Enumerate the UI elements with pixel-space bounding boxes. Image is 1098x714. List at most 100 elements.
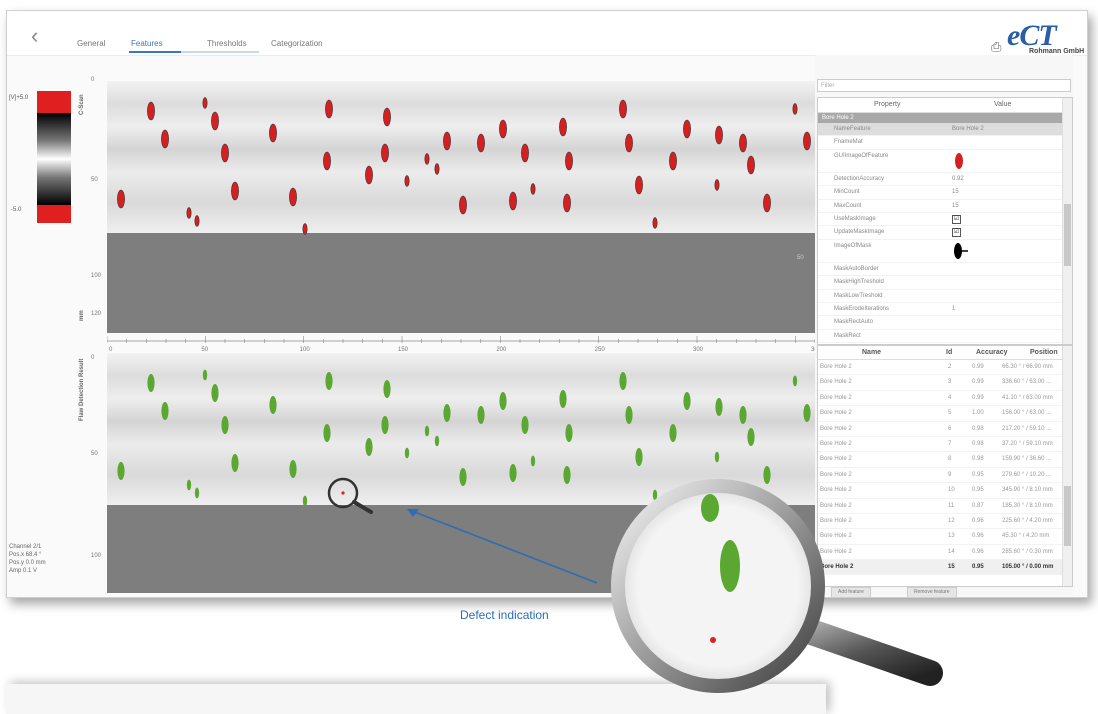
feature-ellipse	[565, 424, 573, 442]
feature-cell-acc: 0.99	[972, 379, 984, 386]
feature-cell-pos: 41.10 ° / 63.00 mm	[1002, 394, 1053, 401]
feature-ellipse	[381, 143, 389, 163]
property-group[interactable]: Bore Hole 2	[818, 113, 1072, 123]
property-key: MaskRectAuto	[834, 319, 874, 326]
feature-cell-pos: 37.20 ° / 59.10 mm	[1002, 440, 1053, 447]
feature-row[interactable]: Bore Hole 2 3 0.99 336.60 ° / 63.00 ...	[818, 375, 1072, 391]
checkbox-icon[interactable]: ☑	[952, 214, 961, 224]
zoom-feature-top	[701, 494, 719, 522]
property-row[interactable]: MaxCount 15	[818, 200, 1072, 213]
feature-ellipse	[792, 103, 798, 115]
property-row[interactable]: NameFeature Bore Hole 2	[818, 123, 1072, 137]
feature-ellipse	[669, 424, 677, 442]
feature-ellipse	[477, 133, 485, 153]
property-scrollbar[interactable]	[1062, 98, 1072, 344]
feature-row[interactable]: Bore Hole 2 6 0.98 217.20 ° / 59.10 ...	[818, 422, 1072, 437]
property-key: MinCount	[834, 189, 860, 196]
property-row[interactable]: MaskRectAuto	[818, 316, 1072, 330]
property-row[interactable]: ImageOfMask	[818, 240, 1072, 263]
back-button[interactable]: ‹	[31, 25, 38, 47]
feature-ellipse	[625, 133, 633, 153]
feature-ellipse	[652, 217, 658, 229]
feature-ellipse	[443, 404, 451, 422]
property-key: NameFeature	[834, 126, 871, 132]
property-row[interactable]: DetectionAccuracy 0.92	[818, 173, 1072, 187]
property-scroll-thumb[interactable]	[1064, 204, 1071, 266]
magnifier-svg	[611, 479, 943, 693]
cscan-ytick-0: 0	[91, 77, 95, 83]
feature-ellipse	[231, 181, 239, 201]
property-grid[interactable]: Property Value Bore Hole 2 NameFeature Bo…	[817, 97, 1073, 345]
property-row[interactable]: MinCount 15	[818, 186, 1072, 200]
feature-cell-acc: 0.95	[972, 487, 984, 494]
feature-cell-pos: 345.90 ° / 8.10 mm	[1002, 487, 1053, 494]
feature-cell-id: 9	[948, 471, 952, 478]
feature-ellipse	[714, 451, 720, 463]
tab-thresholds[interactable]: Thresholds	[207, 39, 247, 48]
cscan-plot[interactable]: 50	[107, 81, 815, 333]
feature-row[interactable]: Bore Hole 2 8 0.98 159.90 ° / 36.60 ...	[818, 452, 1072, 468]
feature-row[interactable]: Bore Hole 2 2 0.99 66.30 ° / 66.90 mm	[818, 360, 1072, 376]
status-channel: Channel 2/1	[9, 544, 42, 550]
property-row[interactable]: MaskRect	[818, 330, 1072, 344]
feature-ellipse	[147, 374, 155, 392]
printer-icon[interactable]: ⎙	[991, 39, 1001, 55]
color-scale: [V]+5.0 -5.0	[7, 91, 77, 223]
feature-cell-pos: 285.60 ° / 0.30 mm	[1002, 548, 1053, 555]
feature-ellipse	[117, 462, 125, 480]
feature-ellipse	[459, 195, 467, 215]
tab-features[interactable]: Features	[131, 39, 163, 48]
feature-ellipse	[559, 117, 567, 137]
col-id: Id	[946, 349, 953, 356]
feature-cell-pos: 66.30 ° / 66.90 mm	[1002, 364, 1053, 370]
feature-ellipse	[763, 193, 771, 213]
cscan-label: C-Scan	[79, 94, 85, 115]
feature-ellipse	[477, 406, 485, 424]
cscan-ytick-100: 100	[91, 273, 102, 279]
feature-row[interactable]: Bore Hole 2 7 0.98 37.20 ° / 59.10 mm	[818, 437, 1072, 453]
property-key: MaskRect	[834, 332, 861, 339]
feature-ellipse	[714, 179, 720, 191]
feature-ellipse	[521, 143, 529, 163]
cscan-svg: 50	[107, 81, 815, 333]
property-row[interactable]: GUIImageOfFeature	[818, 150, 1072, 173]
feature-ellipse	[381, 416, 389, 434]
col-accuracy: Accuracy	[976, 349, 1008, 356]
filter-input[interactable]: Filter	[817, 79, 1071, 92]
feature-cell-acc: 0.98	[972, 456, 984, 463]
header-property: Property	[874, 101, 901, 108]
property-key: DetectionAccuracy	[834, 175, 885, 182]
property-key: MaskHighTreshold	[834, 279, 884, 286]
property-row[interactable]: UpdateMaskImage ☑	[818, 226, 1072, 240]
feature-ellipse	[625, 406, 633, 424]
property-value: Bore Hole 2	[952, 126, 984, 132]
feature-cell-id: 7	[948, 440, 952, 447]
property-row[interactable]: FnameMat	[818, 136, 1072, 150]
feature-cell-acc: 0.87	[972, 502, 984, 509]
feature-ellipse	[739, 406, 747, 424]
feature-ellipse	[530, 455, 536, 467]
feature-scrollbar[interactable]	[1062, 346, 1072, 586]
feature-ellipse	[186, 479, 192, 491]
property-row[interactable]: MaskErodeIterations 1	[818, 303, 1072, 317]
feature-ellipse	[792, 375, 798, 387]
flaw-ytick-100: 100	[91, 553, 102, 559]
tab-general[interactable]: General	[77, 39, 105, 48]
feature-scroll-thumb[interactable]	[1064, 486, 1071, 546]
property-key: FnameMat	[834, 139, 863, 146]
property-key: ImageOfMask	[834, 242, 872, 249]
property-row[interactable]: MaskHighTreshold	[818, 276, 1072, 290]
property-row[interactable]: UseMaskImage ☑	[818, 213, 1072, 227]
checkbox-icon[interactable]: ☑	[952, 228, 961, 238]
tab-categorization[interactable]: Categorization	[271, 39, 323, 48]
feature-ellipse	[635, 175, 643, 195]
feature-row[interactable]: Bore Hole 2 5 1.00 156.00 ° / 63.00 ...	[818, 406, 1072, 422]
feature-row[interactable]: Bore Hole 2 4 0.99 41.10 ° / 63.00 mm	[818, 391, 1072, 407]
property-row[interactable]: MaskLowTreshold	[818, 290, 1072, 303]
feature-cell-pos: 105.00 ° / 0.00 mm	[1002, 564, 1054, 571]
property-row[interactable]: MaskAutoBorder	[818, 263, 1072, 277]
feature-cell-id: 6	[948, 425, 952, 432]
feature-ellipse	[211, 111, 219, 131]
ruler-svg: 050100150200250300360	[106, 336, 822, 353]
col-name: Name	[862, 349, 882, 356]
